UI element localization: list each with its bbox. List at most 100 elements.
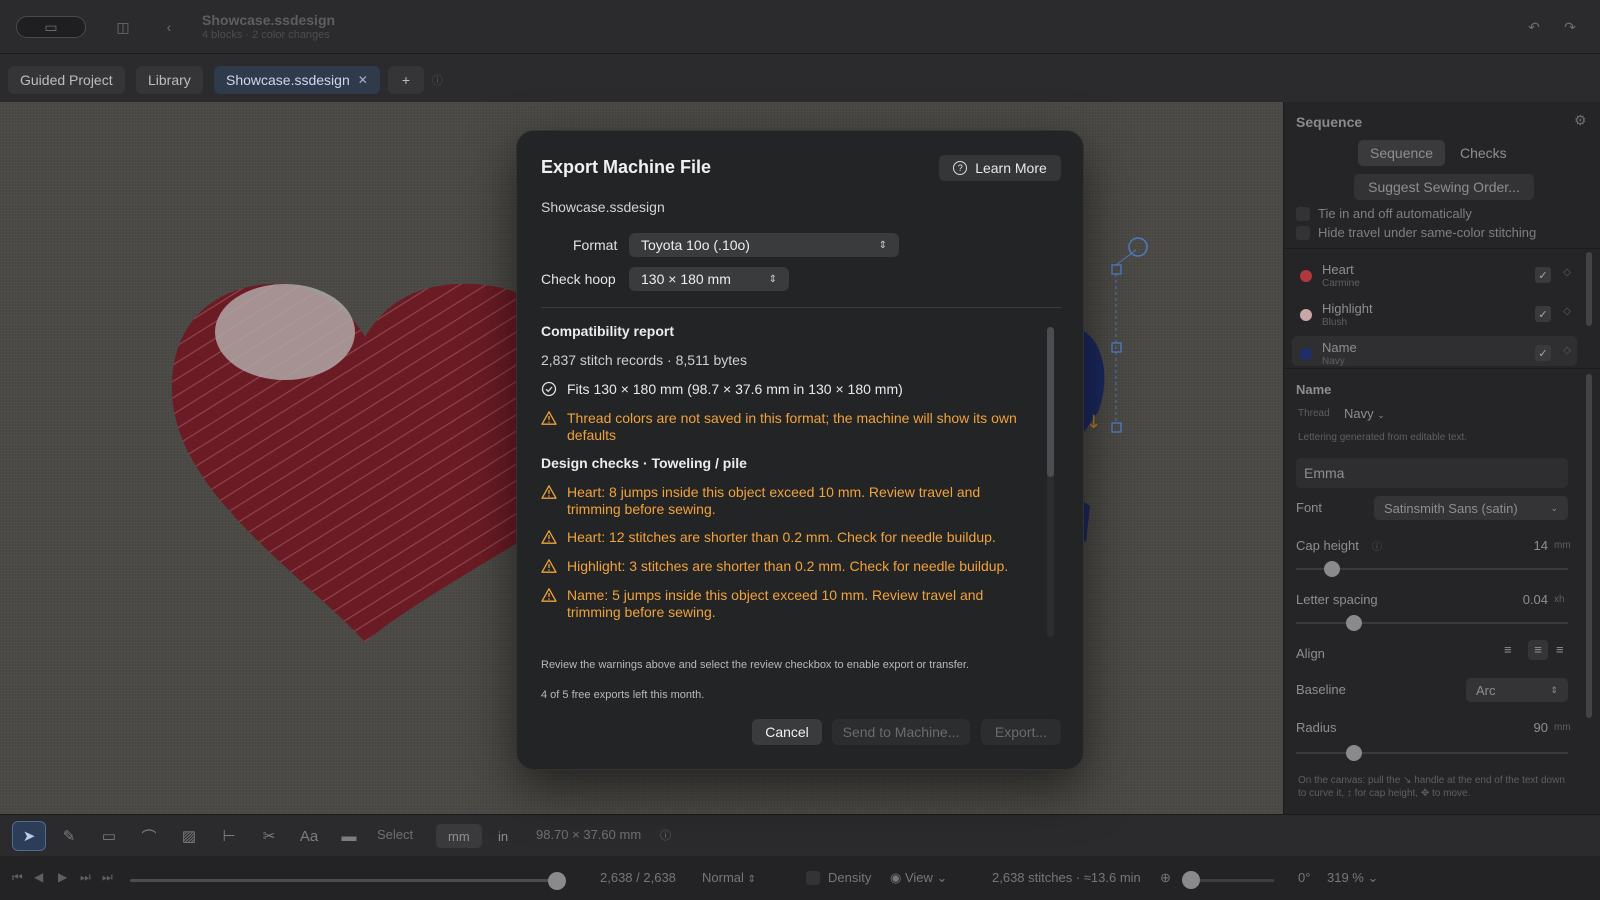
letter-spacing-value[interactable]: 0.04 — [1510, 592, 1548, 607]
checkbox-box[interactable] — [1296, 206, 1310, 221]
close-tab-icon[interactable]: ✕ — [358, 73, 368, 87]
select-tool[interactable]: ➤ — [12, 821, 46, 851]
export-dialog: Export Machine File ? Learn More Showcas… — [516, 130, 1084, 770]
tab-bar: Guided Project Library Showcase.ssdesign… — [0, 54, 1600, 102]
cap-height-slider[interactable] — [1296, 561, 1568, 577]
tab-library[interactable]: Library — [136, 66, 203, 94]
rotation-value: 0° — [1298, 870, 1311, 885]
checkbox-box[interactable] — [1296, 225, 1310, 240]
list-scrollbar[interactable] — [1586, 252, 1592, 326]
reorder-icon[interactable]: ◇ — [1563, 267, 1571, 278]
hide-travel-checkbox[interactable]: Hide travel under same-color stitching — [1296, 225, 1536, 240]
segment-sequence[interactable]: Sequence — [1358, 140, 1446, 166]
send-to-machine-button[interactable]: Send to Machine... — [832, 719, 970, 745]
density-checkbox[interactable] — [806, 871, 820, 885]
object-row-highlight[interactable]: Highlight Blush ✓ ◇ — [1292, 297, 1577, 333]
panel-scrollbar[interactable] — [1586, 374, 1592, 718]
new-tab-button[interactable]: + — [388, 66, 424, 94]
reorder-icon[interactable]: ◇ — [1563, 306, 1571, 317]
density-label: Density — [828, 870, 872, 885]
tab-showcase[interactable]: Showcase.ssdesign ✕ — [214, 66, 380, 94]
node-tool[interactable]: ⊢ — [212, 821, 246, 851]
skip-start-icon[interactable]: ⏮ — [12, 870, 23, 885]
format-select[interactable]: Toyota 10o (.10o) ⇕ — [629, 233, 899, 257]
rotation-slider[interactable] — [1182, 871, 1274, 889]
letter-spacing-slider[interactable] — [1296, 615, 1568, 631]
tie-in-checkbox[interactable]: Tie in and off automatically — [1296, 206, 1472, 221]
tab-guided-project[interactable]: Guided Project — [8, 66, 125, 94]
play-icon[interactable]: ▶︎ — [58, 870, 67, 884]
report-color-warning: Thread colors are not saved in this form… — [541, 410, 1026, 444]
tool-name: Select — [377, 827, 414, 842]
align-left-icon[interactable]: ≡ — [1504, 642, 1512, 657]
info-icon[interactable]: ⓘ — [1372, 538, 1382, 553]
file-name: Showcase.ssdesign — [541, 199, 665, 215]
reorder-icon[interactable]: ◇ — [1563, 345, 1571, 356]
step-forward-icon[interactable]: ⏭ — [80, 870, 91, 885]
speed-dropdown[interactable]: Normal ⇕ — [702, 870, 756, 885]
font-label: Font — [1296, 500, 1323, 515]
check-icon[interactable]: ✓ — [1535, 345, 1551, 361]
help-icon[interactable]: ⓘ — [432, 66, 443, 94]
object-row-name[interactable]: Name Navy ✓ ◇ — [1292, 336, 1577, 366]
view-dropdown[interactable]: ◉ View ⌄ — [890, 870, 947, 886]
object-row-heart[interactable]: Heart Carmine ✓ ◇ — [1292, 258, 1577, 294]
settings-icon[interactable]: ⚙ — [1574, 112, 1587, 129]
font-dropdown[interactable]: Satinsmith Sans (satin) ⌄ — [1374, 496, 1568, 520]
eye-icon: ◉ — [890, 870, 902, 885]
align-right-icon[interactable]: ≡ — [1556, 642, 1564, 657]
info-icon[interactable]: ⓘ — [660, 827, 671, 843]
check-hoop-label: Check hoop — [541, 271, 616, 287]
chevron-updown-icon: ⇕ — [747, 874, 756, 885]
thread-dropdown[interactable]: Navy ⌄ — [1344, 406, 1385, 421]
cut-tool[interactable]: ✂ — [252, 821, 286, 851]
learn-more-button[interactable]: ? Learn More — [939, 155, 1061, 181]
design-check-item: Highlight: 3 stitches are shorter than 0… — [541, 558, 1026, 575]
zoom-dropdown[interactable]: 319 % ⌄ — [1327, 870, 1378, 886]
export-button[interactable]: Export... — [981, 719, 1061, 745]
chevron-updown-icon: ⇕ — [768, 273, 777, 285]
slider-knob[interactable] — [1324, 561, 1340, 577]
scrollbar-thumb[interactable] — [1047, 327, 1054, 477]
skip-end-icon[interactable]: ⏭ — [102, 870, 113, 885]
curve-tool[interactable]: ⌒ — [132, 821, 166, 851]
check-icon[interactable]: ✓ — [1535, 306, 1551, 322]
unit-mm-toggle[interactable]: mm — [436, 824, 482, 848]
redo-button[interactable]: ↷ — [1560, 16, 1580, 38]
scrubber-knob[interactable] — [548, 872, 566, 890]
slider-knob[interactable] — [1346, 745, 1362, 761]
text-tool[interactable]: Aa — [292, 821, 326, 851]
cancel-button[interactable]: Cancel — [752, 719, 822, 745]
unit-in-toggle[interactable]: in — [486, 824, 520, 848]
check-icon[interactable]: ✓ — [1535, 267, 1551, 283]
cap-height-value[interactable]: 14 — [1520, 538, 1548, 553]
sidebar-toggle-button[interactable]: ◫ — [112, 16, 134, 38]
step-back-icon[interactable]: ◀︎ — [34, 870, 43, 884]
baseline-dropdown[interactable]: Arc ⇕ — [1466, 678, 1568, 702]
segment-checks[interactable]: Checks — [1448, 140, 1519, 166]
divider — [541, 307, 1061, 308]
slider-knob[interactable] — [1182, 871, 1200, 889]
radius-slider[interactable] — [1296, 745, 1568, 761]
globe-icon[interactable]: ⊕ — [1160, 870, 1171, 886]
compatibility-report[interactable]: Compatibility report 2,837 stitch record… — [541, 323, 1031, 635]
design-check-item: Heart: 12 stitches are shorter than 0.2 … — [541, 529, 1026, 546]
slider-knob[interactable] — [1346, 615, 1362, 631]
radius-value[interactable]: 90 — [1520, 720, 1548, 735]
canvas-hint: On the canvas: pull the ↘ handle at the … — [1298, 775, 1565, 799]
measure-tool[interactable]: ▬ — [332, 821, 366, 851]
rectangle-tool[interactable]: ▭ — [92, 821, 126, 851]
undo-button[interactable]: ↶ — [1524, 16, 1544, 38]
path-tool[interactable]: ✎ — [52, 821, 86, 851]
display-toggle-button[interactable]: ▭ — [16, 16, 86, 38]
align-center-icon[interactable]: ≡ — [1528, 640, 1548, 660]
suggest-sewing-order-button[interactable]: Suggest Sewing Order... — [1354, 174, 1534, 200]
hoop-select[interactable]: 130 × 180 mm ⇕ — [629, 267, 789, 291]
fill-tool[interactable]: ▨ — [172, 821, 206, 851]
report-scrollbar[interactable] — [1047, 327, 1054, 637]
lettering-text-input[interactable]: Emma — [1296, 458, 1568, 488]
warning-icon — [541, 588, 557, 602]
thread-color-dot — [1300, 309, 1312, 321]
stitch-scrubber[interactable] — [130, 872, 566, 890]
back-button[interactable]: ‹ — [160, 16, 178, 38]
